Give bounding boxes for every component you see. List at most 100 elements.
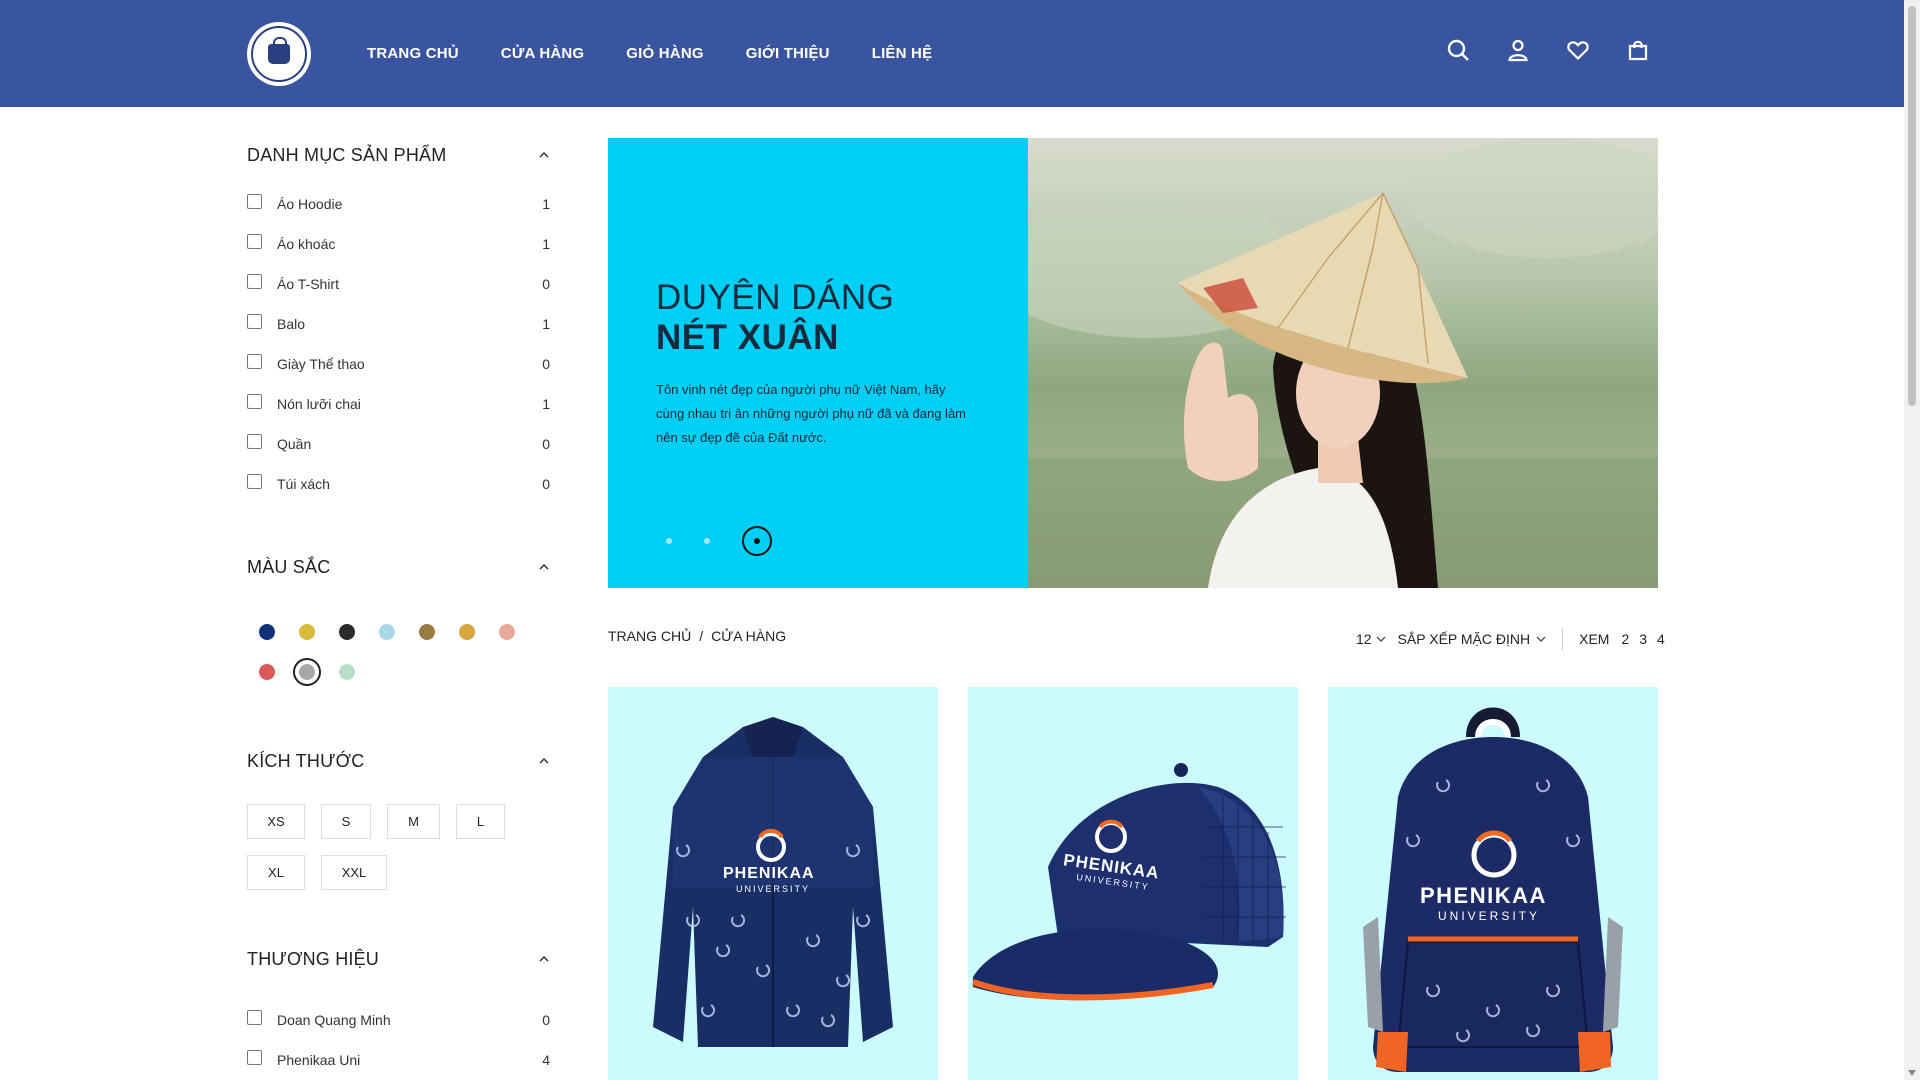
site-logo[interactable] [247,22,311,86]
site-header: TRANG CHỦ CỬA HÀNG GIỎ HÀNG GIỚI THIỆU L… [0,0,1904,107]
search-icon[interactable] [1446,38,1470,62]
list-item[interactable]: Túi xách 0 [247,464,550,504]
nav-home[interactable]: TRANG CHỦ [367,45,459,62]
breadcrumb-current: CỬA HÀNG [711,628,787,644]
size-filter-header[interactable]: KÍCH THƯỚC [247,736,550,786]
chevron-up-icon[interactable] [538,755,550,767]
list-item[interactable]: Balo 1 [247,304,550,344]
heart-icon[interactable] [1566,38,1590,62]
chevron-up-icon[interactable] [538,149,550,161]
toolbar-divider [1562,628,1564,650]
category-filter-title: DANH MỤC SẢN PHẨM [247,144,447,165]
size-options: XS S M L XL XXL [247,804,547,890]
product-card-jacket[interactable]: PHENIKAA UNIVERSITY [608,687,938,1080]
category-label: Túi xách [277,476,330,492]
page-scrollbar[interactable] [1904,0,1920,1080]
per-page-select[interactable]: 12 [1356,631,1386,647]
checkbox[interactable] [247,393,262,409]
color-filter-title: MÀU SẮC [247,556,331,577]
list-item[interactable]: Giày Thể thao 0 [247,344,550,384]
brand-label: Phenikaa Uni [277,1052,361,1068]
size-option-s[interactable]: S [321,804,371,839]
checkbox[interactable] [247,353,262,369]
breadcrumb: TRANG CHỦ / CỬA HÀNG [608,628,786,644]
color-swatch[interactable] [287,612,327,652]
category-label: Quần [277,436,312,452]
list-item[interactable]: Áo T-Shirt 0 [247,264,550,304]
list-item[interactable]: Doan Quang Minh 0 [247,1000,550,1040]
brand-filter-header[interactable]: THƯƠNG HIỆU [247,934,550,984]
slider-dot-active[interactable] [742,526,772,556]
category-count: 1 [542,396,550,412]
category-label: Áo Hoodie [277,196,343,212]
view-label: XEM [1579,631,1610,647]
per-page-value: 12 [1356,631,1372,647]
category-count: 0 [542,276,550,292]
size-option-xs[interactable]: XS [247,804,305,839]
color-swatch[interactable] [447,612,487,652]
user-icon[interactable] [1506,38,1530,62]
checkbox[interactable] [247,433,262,449]
color-swatch[interactable] [247,652,287,692]
color-dot [379,624,395,640]
list-item[interactable]: Áo Hoodie 1 [247,184,550,224]
size-option-xl[interactable]: XL [247,855,305,890]
color-swatch[interactable] [247,612,287,652]
slider-dot[interactable] [666,538,672,544]
color-swatch[interactable] [407,612,447,652]
color-dot [339,624,355,640]
category-count: 0 [542,436,550,452]
brand-count: 0 [542,1012,550,1028]
checkbox[interactable] [247,1009,262,1025]
hero-banner: DUYÊN DÁNG NÉT XUÂN Tôn vinh nét đẹp của… [608,138,1658,588]
checkbox[interactable] [247,233,262,249]
size-filter-title: KÍCH THƯỚC [247,750,365,771]
nav-cart[interactable]: GIỎ HÀNG [626,45,703,62]
product-brand-text: PHENIKAA [1420,883,1547,908]
breadcrumb-home[interactable]: TRANG CHỦ [608,628,691,644]
product-toolbar: 12 SẮP XẾP MẶC ĐỊNH XEM 2 3 4 [1356,628,1665,650]
color-swatch[interactable] [327,612,367,652]
size-option-l[interactable]: L [456,804,505,839]
list-item[interactable]: Phenikaa Uni 4 [247,1040,550,1080]
shopping-bag-icon[interactable] [1626,38,1650,62]
size-option-xxl[interactable]: XXL [321,855,387,890]
scroll-down-arrow-icon[interactable] [1908,1070,1916,1076]
product-card-cap[interactable]: PHENIKAA UNIVERSITY [968,687,1298,1080]
scrollbar-thumb[interactable] [1908,6,1916,406]
slider-dot[interactable] [704,538,710,544]
view-option-2[interactable]: 2 [1621,631,1629,647]
list-item[interactable]: Quần 0 [247,424,550,464]
checkbox[interactable] [247,313,262,329]
color-swatch[interactable] [487,612,527,652]
color-filter-header[interactable]: MÀU SẮC [247,542,550,592]
checkbox[interactable] [247,473,262,489]
list-item[interactable]: Nón lưỡi chai 1 [247,384,550,424]
hero-description: Tôn vinh nét đẹp của người phụ nữ Việt N… [656,382,967,445]
checkbox[interactable] [247,1049,262,1065]
category-label: Giày Thể thao [277,356,365,372]
color-dot [259,664,275,680]
hero-title-line1: DUYÊN DÁNG [656,278,895,317]
checkbox[interactable] [247,273,262,289]
checkbox[interactable] [247,193,262,209]
category-label: Nón lưỡi chai [277,396,361,412]
chevron-up-icon[interactable] [538,561,550,573]
view-option-4[interactable]: 4 [1657,631,1665,647]
category-label: Balo [277,316,306,332]
chevron-up-icon[interactable] [538,953,550,965]
sort-select[interactable]: SẮP XẾP MẶC ĐỊNH [1398,631,1547,647]
category-count: 1 [542,236,550,252]
product-card-backpack[interactable]: PHENIKAA UNIVERSITY [1328,687,1658,1080]
size-option-m[interactable]: M [387,804,440,839]
color-dot [339,664,355,680]
nav-about[interactable]: GIỚI THIỆU [746,45,830,62]
view-option-3[interactable]: 3 [1639,631,1647,647]
nav-contact[interactable]: LIÊN HỆ [872,45,933,62]
color-swatch[interactable] [327,652,367,692]
category-filter-header[interactable]: DANH MỤC SẢN PHẨM [247,130,550,180]
color-swatch[interactable] [287,652,327,692]
nav-shop[interactable]: CỬA HÀNG [501,45,585,62]
color-swatch[interactable] [367,612,407,652]
list-item[interactable]: Áo khoác 1 [247,224,550,264]
